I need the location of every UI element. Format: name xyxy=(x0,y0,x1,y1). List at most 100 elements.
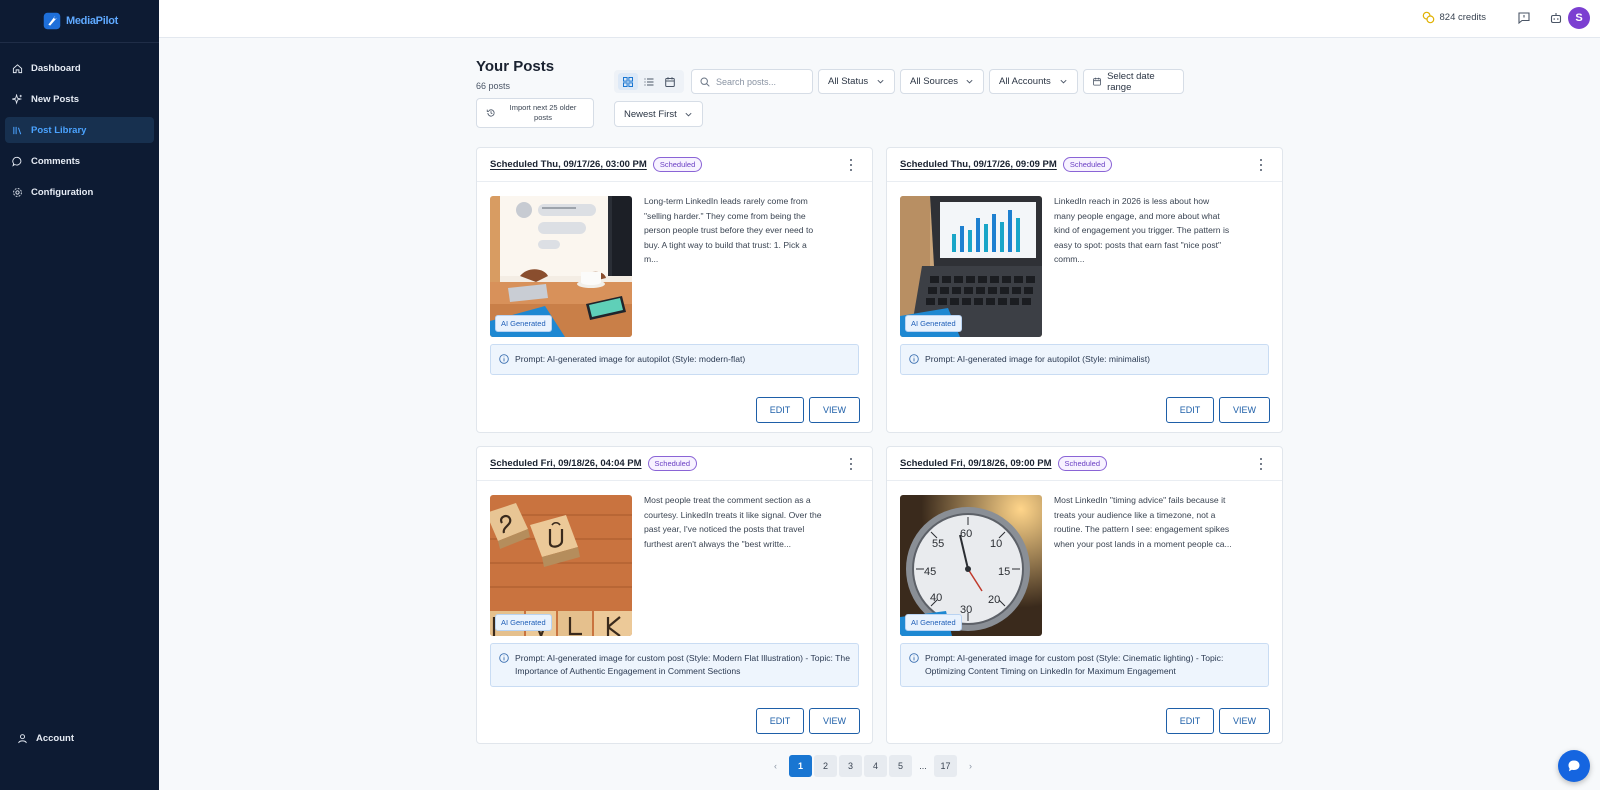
schedule-link[interactable]: Scheduled Fri, 09/18/26, 04:04 PM xyxy=(490,458,642,469)
grid-view-button[interactable] xyxy=(618,73,639,90)
sidebar-item-new-posts[interactable]: New Posts xyxy=(5,86,154,112)
more-options-icon[interactable] xyxy=(846,159,856,171)
page-button-3[interactable]: 3 xyxy=(839,755,862,777)
post-image[interactable]: AI Generated xyxy=(490,495,632,636)
page-button-2[interactable]: 2 xyxy=(814,755,837,777)
view-button[interactable]: VIEW xyxy=(809,397,860,423)
status-filter[interactable]: All Status xyxy=(818,69,895,94)
sidebar-item-account[interactable]: Account xyxy=(10,725,149,751)
schedule-link[interactable]: Scheduled Thu, 09/17/26, 03:00 PM xyxy=(490,159,647,170)
page-button-5[interactable]: 5 xyxy=(889,755,912,777)
coins-icon xyxy=(1422,11,1434,24)
view-button[interactable]: VIEW xyxy=(1219,708,1270,734)
svg-text:40: 40 xyxy=(930,592,942,604)
edit-button[interactable]: EDIT xyxy=(1166,708,1214,734)
status-badge: Scheduled xyxy=(1062,157,1113,172)
post-card-header: Scheduled Fri, 09/18/26, 04:04 PM Schedu… xyxy=(477,447,872,481)
view-button[interactable]: VIEW xyxy=(809,708,860,734)
history-icon xyxy=(486,109,495,117)
post-card: Scheduled Thu, 09/17/26, 03:00 PM Schedu… xyxy=(476,147,873,433)
chevron-down-icon xyxy=(877,79,884,84)
page-button-4[interactable]: 4 xyxy=(864,755,887,777)
image-prompt-note: Prompt: AI-generated image for custom po… xyxy=(490,643,859,687)
post-card-header: Scheduled Thu, 09/17/26, 03:00 PM Schedu… xyxy=(477,148,872,182)
svg-text:10: 10 xyxy=(990,538,1002,550)
accounts-filter[interactable]: All Accounts xyxy=(989,69,1078,94)
sources-filter[interactable]: All Sources xyxy=(900,69,984,94)
ai-generated-badge: AI Generated xyxy=(905,315,962,332)
info-icon xyxy=(909,653,919,663)
search-field[interactable] xyxy=(691,69,813,94)
date-range-label: Select date range xyxy=(1107,70,1155,93)
previous-page-button[interactable]: ‹ xyxy=(764,755,787,777)
calendar-icon xyxy=(664,76,675,87)
sidebar: MediaPilot Dashboard New Posts Post Libr… xyxy=(0,0,159,790)
sidebar-item-label: New Posts xyxy=(31,93,80,105)
home-icon xyxy=(12,63,23,73)
info-icon xyxy=(499,653,509,663)
sidebar-item-post-library[interactable]: Post Library xyxy=(5,117,154,143)
post-excerpt: Long-term LinkedIn leads rarely come fro… xyxy=(644,196,814,264)
post-card: Scheduled Thu, 09/17/26, 09:09 PM Schedu… xyxy=(886,147,1283,433)
calendar-icon xyxy=(1093,77,1101,86)
page-button-last[interactable]: 17 xyxy=(934,755,957,777)
date-range-picker[interactable]: Select date range xyxy=(1083,69,1184,94)
app-name: MediaPilot xyxy=(65,15,118,27)
post-image[interactable]: AI Generated xyxy=(490,196,632,337)
avatar[interactable]: S xyxy=(1568,7,1590,29)
status-badge: Scheduled xyxy=(647,456,697,471)
prompt-text: Prompt: AI-generated image for autopilot… xyxy=(925,354,1150,364)
rocket-icon xyxy=(43,12,61,30)
post-image[interactable]: AI Generated xyxy=(900,196,1042,337)
post-excerpt: Most LinkedIn "timing advice" fails beca… xyxy=(1054,495,1232,549)
credits-indicator[interactable]: 824 credits xyxy=(1422,11,1486,24)
list-view-button[interactable] xyxy=(639,73,659,90)
sidebar-item-configuration[interactable]: Configuration xyxy=(5,179,154,205)
svg-text:20: 20 xyxy=(988,594,1000,606)
edit-button[interactable]: EDIT xyxy=(756,397,804,423)
view-button[interactable]: VIEW xyxy=(1219,397,1270,423)
feedback-icon[interactable] xyxy=(1517,11,1531,25)
comment-icon xyxy=(12,156,22,167)
sort-select[interactable]: Newest First xyxy=(614,101,703,127)
edit-button[interactable]: EDIT xyxy=(1166,397,1214,423)
schedule-link[interactable]: Scheduled Thu, 09/17/26, 09:09 PM xyxy=(900,159,1057,170)
image-prompt-note: Prompt: AI-generated image for autopilot… xyxy=(490,344,859,375)
post-excerpt: Most people treat the comment section as… xyxy=(644,495,822,549)
more-options-icon[interactable] xyxy=(1256,159,1266,171)
next-page-button[interactable]: › xyxy=(959,755,982,777)
prompt-text: Prompt: AI-generated image for custom po… xyxy=(515,653,850,676)
post-card-header: Scheduled Thu, 09/17/26, 09:09 PM Schedu… xyxy=(887,148,1282,182)
view-toggle xyxy=(614,70,684,93)
accounts-filter-value: All Accounts xyxy=(999,76,1051,87)
gear-icon xyxy=(13,187,22,197)
search-icon xyxy=(700,76,710,87)
page-button-1[interactable]: 1 xyxy=(789,755,812,777)
import-older-posts-button[interactable]: Import next 25 older posts xyxy=(476,98,594,128)
page-title: Your Posts xyxy=(476,58,555,75)
prompt-text: Prompt: AI-generated image for custom po… xyxy=(925,653,1224,676)
more-options-icon[interactable] xyxy=(1256,458,1266,470)
app-logo[interactable]: MediaPilot xyxy=(0,0,159,43)
image-prompt-note: Prompt: AI-generated image for autopilot… xyxy=(900,344,1269,375)
chat-support-button[interactable] xyxy=(1558,750,1590,782)
post-card: Scheduled Fri, 09/18/26, 09:00 PM Schedu… xyxy=(886,446,1283,744)
edit-button[interactable]: EDIT xyxy=(756,708,804,734)
calendar-view-button[interactable] xyxy=(660,73,680,90)
post-image[interactable]: 60 10 15 20 30 40 45 55 AI Generated xyxy=(900,495,1042,636)
bot-icon[interactable] xyxy=(1549,11,1563,25)
schedule-link[interactable]: Scheduled Fri, 09/18/26, 09:00 PM xyxy=(900,458,1052,469)
list-icon xyxy=(644,78,654,85)
svg-text:60: 60 xyxy=(960,528,972,540)
more-options-icon[interactable] xyxy=(846,458,856,470)
image-prompt-note: Prompt: AI-generated image for custom po… xyxy=(900,643,1269,687)
svg-text:55: 55 xyxy=(932,538,944,550)
sidebar-item-comments[interactable]: Comments xyxy=(5,148,154,174)
chevron-down-icon xyxy=(1060,79,1067,84)
search-input[interactable] xyxy=(716,76,811,87)
chevron-down-icon xyxy=(685,112,692,116)
sidebar-item-dashboard[interactable]: Dashboard xyxy=(5,55,154,81)
import-label: Import next 25 older posts xyxy=(509,103,577,122)
chevron-down-icon xyxy=(966,79,973,84)
post-count: 66 posts xyxy=(476,81,511,91)
